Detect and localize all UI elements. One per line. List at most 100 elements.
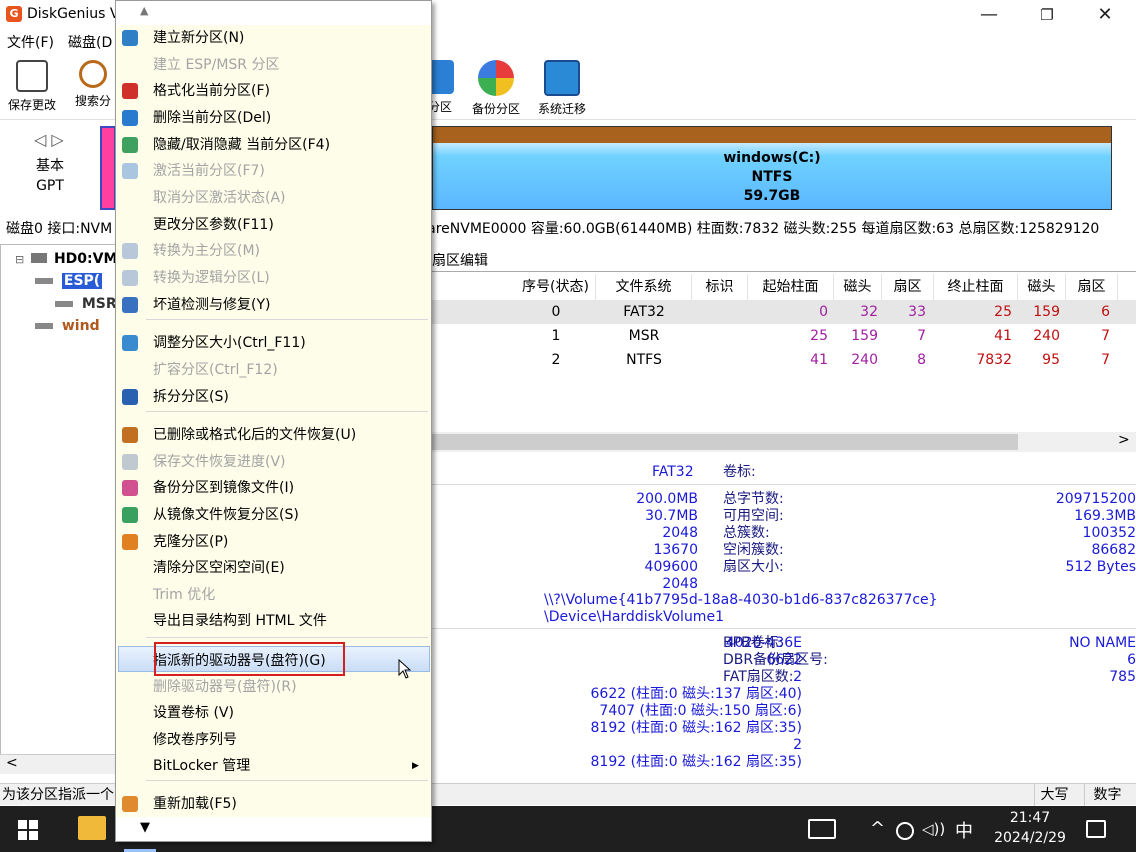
menu-item[interactable]: 修改卷序列号: [116, 727, 431, 753]
reload-icon: [122, 796, 138, 812]
menu-item[interactable]: 调整分区大小(Ctrl_F11): [116, 330, 431, 356]
menu-item[interactable]: 从镜像文件恢复分区(S): [116, 502, 431, 528]
free-space-key: 可用空间:: [723, 508, 784, 524]
menu-item[interactable]: 清除分区空闲空间(E): [116, 555, 431, 581]
table-row[interactable]: 2 NTFS 41 240 8 7832 95 7: [432, 348, 1136, 372]
menu-item[interactable]: 导出目录结构到 HTML 文件: [116, 608, 431, 634]
minimize-button[interactable]: —: [960, 0, 1018, 30]
menu-separator: [146, 780, 428, 781]
backup-partition-button[interactable]: 备份分区: [466, 58, 526, 118]
clock[interactable]: 21:47 2024/2/29: [990, 808, 1070, 848]
scroll-down-icon: ▼: [140, 820, 150, 835]
right-keys: 总字节数: 可用空间: 总簇数: 空闲簇数: 扇区大小:: [723, 491, 784, 576]
scroll-left-arrow[interactable]: <: [6, 755, 18, 771]
start-button[interactable]: [18, 820, 38, 840]
table-row[interactable]: 1 MSR 25 159 7 41 240 7: [432, 324, 1136, 348]
fat1-position-value: 6622 (柱面:0 磁头:137 扇区:40): [590, 686, 803, 702]
used-clusters-value: 13670: [653, 542, 698, 558]
table-hscroll[interactable]: >: [432, 432, 1136, 452]
tree-item-windows[interactable]: wind: [35, 318, 100, 334]
hscroll-thumb[interactable]: [432, 434, 1018, 450]
menu-disk[interactable]: 磁盘(D: [68, 32, 112, 52]
mouse-cursor-icon: [398, 659, 412, 679]
backup-icon: [478, 60, 514, 96]
menu-item[interactable]: 激活当前分区(F7): [116, 158, 431, 184]
col-end-sector[interactable]: 扇区: [1066, 274, 1118, 300]
col-start-sector[interactable]: 扇区: [882, 274, 934, 300]
tab-sector-edit[interactable]: 扇区编辑: [432, 250, 488, 270]
col-filesystem[interactable]: 文件系统: [596, 274, 692, 300]
col-start-cyl[interactable]: 起始柱面: [748, 274, 834, 300]
close-button[interactable]: ✕: [1076, 0, 1134, 30]
volume-icon[interactable]: ◁)): [922, 820, 945, 838]
menu-item[interactable]: 克隆分区(P): [116, 529, 431, 555]
tree-item-msr[interactable]: MSR(: [55, 296, 123, 312]
right-values: 209715200 169.3MB 100352 86682 512 Bytes: [992, 491, 1136, 576]
col-index[interactable]: 序号(状态): [516, 274, 596, 300]
disk-nav-arrows[interactable]: ◁ ▷: [34, 130, 64, 149]
menu-item[interactable]: 拆分分区(S): [116, 384, 431, 410]
cell-end-head: 95: [1042, 352, 1060, 368]
fat-sectors-key: FAT扇区数:: [723, 669, 794, 685]
menu-item[interactable]: 建立 ESP/MSR 分区: [116, 52, 431, 78]
menu-item[interactable]: 扩容分区(Ctrl_F12): [116, 357, 431, 383]
col-start-head[interactable]: 磁头: [834, 274, 882, 300]
tree-hscroll[interactable]: <: [0, 754, 120, 774]
menu-item[interactable]: 已删除或格式化后的文件恢复(U): [116, 422, 431, 448]
partition-size: 59.7GB: [743, 188, 801, 204]
esp-partition-bar[interactable]: [100, 126, 116, 210]
partition-icon: [55, 301, 73, 307]
menu-item-label: 删除当前分区(Del): [153, 110, 272, 126]
ime-indicator[interactable]: 中: [955, 817, 973, 843]
menu-scroll-up[interactable]: ▲: [116, 1, 431, 25]
menu-item[interactable]: 转换为主分区(M): [116, 238, 431, 264]
cell-start-head: 32: [860, 304, 878, 320]
cell-start-cyl: 41: [810, 352, 828, 368]
tree-item-esp[interactable]: ESP(: [35, 273, 103, 289]
keyboard-icon[interactable]: [808, 819, 836, 839]
save-changes-button[interactable]: 保存更改: [2, 58, 62, 118]
scroll-right-arrow[interactable]: >: [1118, 432, 1130, 448]
menu-item[interactable]: 建立新分区(N): [116, 25, 431, 51]
menu-item-label: 重新加载(F5): [153, 796, 237, 812]
menu-item[interactable]: 坏道检测与修复(Y): [116, 292, 431, 318]
menu-item[interactable]: 删除驱动器号(盘符)(R): [116, 674, 431, 700]
menu-item[interactable]: 格式化当前分区(F): [116, 78, 431, 104]
network-globe-icon[interactable]: [896, 822, 914, 840]
num-indicator: 数字: [1084, 784, 1130, 806]
menu-item[interactable]: 取消分区激活状态(A): [116, 185, 431, 211]
menu-item[interactable]: 更改分区参数(F11): [116, 212, 431, 238]
menu-item-label: 导出目录结构到 HTML 文件: [153, 613, 327, 629]
windows-partition-block[interactable]: windows(C:) NTFS 59.7GB: [432, 126, 1112, 210]
menu-scroll-down[interactable]: ▼: [116, 817, 431, 841]
menu-item[interactable]: 保存文件恢复进度(V): [116, 449, 431, 475]
col-end-cyl[interactable]: 终止柱面: [934, 274, 1018, 300]
tree-root[interactable]: ⊟ HD0:VM: [15, 251, 117, 267]
search-partition-button[interactable]: 搜索分: [70, 58, 116, 118]
menu-file[interactable]: 文件(F): [7, 32, 54, 52]
menu-item-label: 备份分区到镜像文件(I): [153, 480, 295, 496]
menu-item[interactable]: 设置卷标 (V): [116, 700, 431, 726]
total-clusters-key: 总簇数:: [723, 525, 770, 541]
free-clusters-key: 空闲簇数:: [723, 542, 784, 558]
file-explorer-icon[interactable]: [78, 816, 106, 840]
data-start-value: 8192 (柱面:0 磁头:162 扇区:35): [590, 754, 803, 770]
menu-item[interactable]: 备份分区到镜像文件(I): [116, 475, 431, 501]
menu-item[interactable]: 删除当前分区(Del): [116, 105, 431, 131]
menu-item[interactable]: 重新加载(F5): [116, 791, 431, 817]
system-migrate-button[interactable]: 系统迁移: [532, 58, 592, 118]
table-row[interactable]: 0 FAT32 0 32 33 25 159 6: [432, 300, 1136, 324]
menu-item[interactable]: 隐藏/取消隐藏 当前分区(F4): [116, 132, 431, 158]
menu-item[interactable]: Trim 优化: [116, 582, 431, 608]
col-flag[interactable]: 标识: [692, 274, 748, 300]
device-path: \Device\HarddiskVolume1: [544, 609, 724, 625]
maximize-button[interactable]: ❐: [1018, 0, 1076, 30]
cell-end-sector: 6: [1101, 304, 1110, 320]
backup-partition-label: 备份分区: [471, 102, 520, 116]
menu-item[interactable]: 转换为逻辑分区(L): [116, 265, 431, 291]
col-end-head[interactable]: 磁头: [1018, 274, 1066, 300]
menu-item[interactable]: BitLocker 管理 ▶: [116, 753, 431, 779]
tray-chevron-icon[interactable]: ^: [870, 818, 885, 839]
notification-icon[interactable]: [1086, 820, 1106, 838]
disk-info-text: WareNVME0000 容量:60.0GB(61440MB) 柱面数:7832…: [414, 221, 1100, 237]
